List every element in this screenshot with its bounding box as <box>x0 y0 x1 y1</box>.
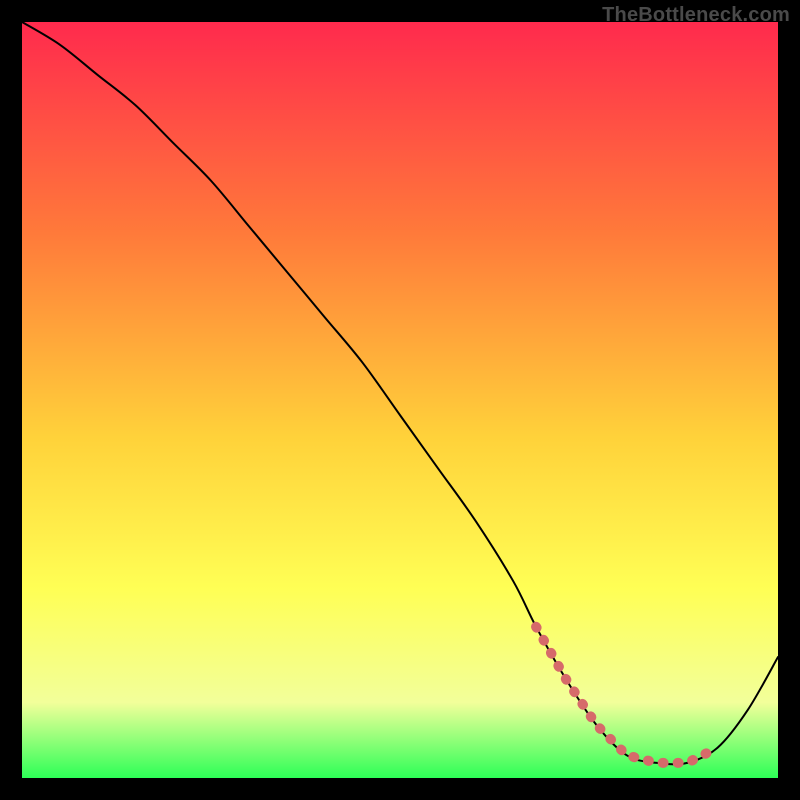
plot-background <box>22 22 778 778</box>
watermark-text: TheBottleneck.com <box>602 4 790 27</box>
chart-stage: TheBottleneck.com <box>0 0 800 800</box>
bottleneck-chart <box>0 0 800 800</box>
